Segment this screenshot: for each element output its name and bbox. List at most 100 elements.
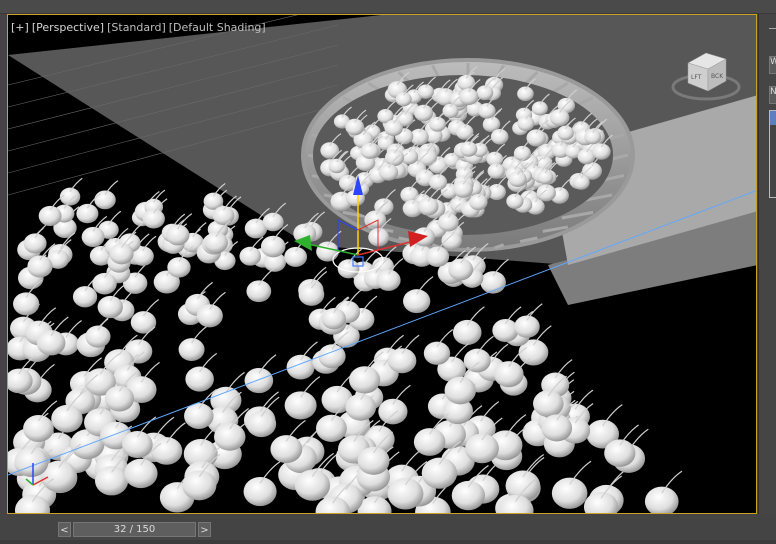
viewport-pov-label[interactable]: [Perspective] — [32, 21, 104, 34]
perspective-viewport[interactable]: [+] [Perspective] [Standard] [Default Shadi… — [7, 14, 757, 514]
cherry — [270, 435, 303, 464]
cherry — [376, 269, 401, 291]
cherry — [423, 341, 451, 365]
cherry — [437, 213, 459, 232]
cherry — [379, 163, 399, 181]
cherry — [122, 431, 153, 459]
cherry — [459, 88, 479, 106]
cherry — [196, 304, 223, 328]
cherry — [243, 477, 277, 507]
viewport-standard-label[interactable]: [Standard] — [107, 21, 166, 34]
cherry — [536, 184, 556, 202]
panel-field-w[interactable]: W — [769, 56, 776, 74]
cherry — [448, 258, 474, 281]
cherry — [368, 228, 390, 247]
viewport-label: [+] [Perspective] [Standard] [Default Shadi… — [11, 21, 269, 34]
cherry — [284, 246, 308, 267]
cherry — [94, 190, 116, 210]
cherry — [38, 205, 62, 226]
cherry — [549, 109, 570, 127]
cherry — [167, 257, 191, 278]
panel-list-selected-item[interactable] — [770, 111, 776, 125]
cherry — [204, 232, 228, 254]
cherry — [76, 203, 99, 224]
cherry — [493, 361, 524, 388]
cherry — [533, 390, 564, 418]
cherry — [526, 129, 547, 147]
cherry — [150, 437, 183, 465]
viewport-shading-label[interactable]: [Default Shading] — [169, 21, 266, 34]
cherry — [345, 118, 365, 136]
cherry — [320, 142, 340, 159]
cherry — [178, 338, 205, 361]
cherry — [492, 318, 519, 342]
cherry — [345, 393, 377, 421]
cherry — [212, 206, 235, 226]
cherry — [357, 446, 390, 475]
cherry — [72, 286, 98, 308]
cherry — [453, 180, 474, 198]
cherry — [541, 414, 573, 442]
panel-field-n[interactable]: N — [769, 86, 776, 104]
cherry — [239, 246, 262, 266]
cherry — [104, 385, 135, 412]
cherry — [378, 398, 408, 425]
cherry — [246, 280, 272, 303]
command-panel-edge: W N — [758, 14, 776, 514]
cherry — [260, 235, 286, 258]
cherry — [387, 477, 424, 510]
cherry — [465, 433, 499, 464]
cherry — [414, 104, 434, 122]
cherry — [214, 423, 246, 451]
cherry — [36, 330, 66, 356]
cherry — [451, 480, 486, 511]
cherry — [316, 241, 339, 262]
prev-frame-button[interactable]: < — [58, 522, 71, 537]
cherry — [109, 243, 134, 265]
cherry — [444, 376, 476, 405]
cherry — [551, 477, 588, 509]
cherry — [81, 226, 105, 248]
cherry — [23, 233, 47, 254]
cherry — [413, 428, 446, 456]
cherry — [403, 289, 431, 314]
cherry — [298, 283, 325, 306]
cherry — [94, 466, 129, 496]
cherry — [417, 197, 439, 216]
cherry — [262, 212, 284, 232]
cherry — [13, 292, 40, 316]
cherry — [387, 348, 417, 374]
cherry — [246, 410, 277, 438]
top-toolbar-strip — [0, 0, 776, 14]
cherry — [604, 439, 636, 467]
cherry — [165, 224, 190, 246]
cherry — [97, 295, 123, 319]
cherry — [130, 311, 157, 334]
cherry — [294, 469, 331, 501]
cherry — [425, 246, 450, 267]
cherry — [85, 325, 111, 348]
cherry — [23, 415, 54, 443]
time-slider-thumb[interactable]: 32 / 150 — [73, 522, 196, 537]
cherry — [185, 366, 214, 392]
cherry — [349, 366, 381, 394]
cherry — [441, 231, 462, 250]
viewcube-right-face: BCK — [711, 73, 724, 80]
cherry — [142, 208, 165, 229]
cherry — [244, 367, 274, 394]
cherry — [315, 414, 347, 442]
cherry — [463, 348, 491, 373]
viewcube-icon[interactable]: LFT BCK — [670, 45, 742, 107]
viewport-menu-plus[interactable]: [+] — [11, 21, 29, 34]
cherry — [92, 272, 117, 295]
cherry — [27, 255, 53, 278]
next-frame-button[interactable]: > — [198, 522, 211, 537]
cherry — [384, 119, 403, 137]
panel-list[interactable] — [769, 110, 776, 198]
cherry — [51, 404, 83, 433]
cherry — [514, 315, 540, 338]
timeline-track[interactable] — [0, 540, 776, 544]
cherry — [421, 457, 458, 489]
cherry — [384, 149, 405, 167]
viewcube-left-face: LFT — [691, 74, 702, 81]
